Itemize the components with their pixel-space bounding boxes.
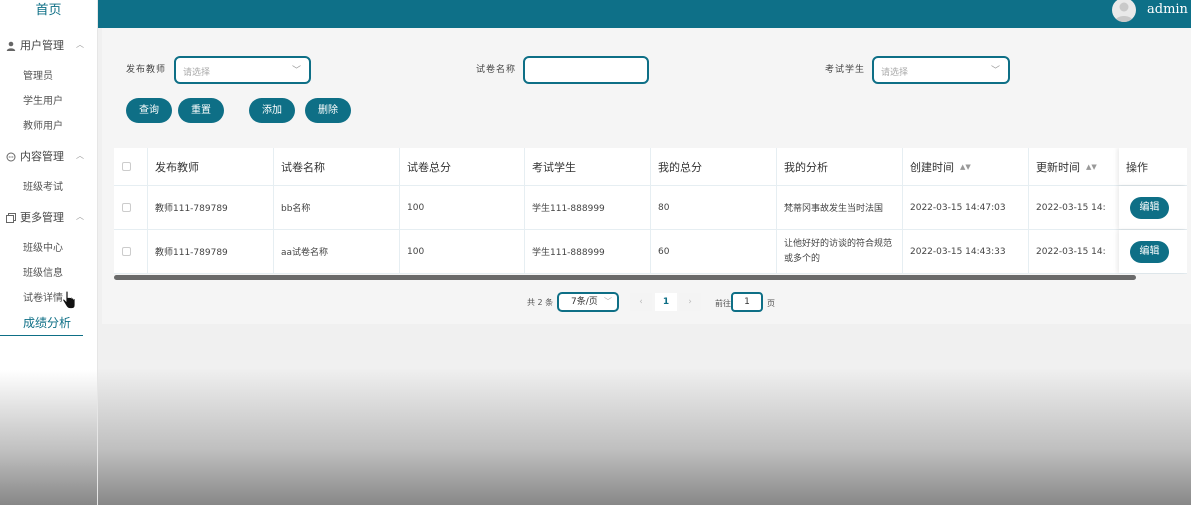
horizontal-scrollbar[interactable]: [114, 275, 1136, 280]
page-size-select[interactable]: 7条/页 ﹀: [557, 292, 619, 312]
cell-total: 100: [400, 230, 525, 273]
menu-group-more[interactable]: 更多管理 ︿: [0, 200, 97, 236]
page-size-value: 7条/页: [571, 297, 598, 307]
home-link[interactable]: 首页: [0, 0, 97, 28]
paper-filter-label: 试卷名称: [476, 65, 517, 75]
row-checkbox-cell[interactable]: [114, 186, 148, 229]
hand-cursor-icon: [62, 290, 76, 312]
query-button[interactable]: 查询: [126, 98, 172, 123]
select-all-checkbox-cell[interactable]: [114, 148, 148, 185]
menu-item-paper-details[interactable]: 试卷详情: [0, 286, 97, 311]
menu-item-score-analysis[interactable]: 成绩分析: [0, 311, 83, 336]
teacher-filter-label: 发布教师: [126, 65, 167, 75]
column-header-label: 创建时间: [910, 160, 954, 174]
chevron-down-icon: ﹀: [291, 66, 301, 76]
add-button[interactable]: 添加: [249, 98, 295, 123]
prev-page-button[interactable]: ‹: [630, 293, 652, 311]
row-checkbox-cell[interactable]: [114, 230, 148, 273]
student-filter-label: 考试学生: [825, 65, 866, 75]
cell-student: 学生111-888999: [525, 230, 651, 273]
student-select[interactable]: 请选择 ﹀: [872, 56, 1010, 84]
column-header: 试卷名称: [274, 148, 400, 185]
delete-button[interactable]: 删除: [305, 98, 351, 123]
cell-total: 100: [400, 186, 525, 229]
cell-paper: bb名称: [274, 186, 400, 229]
goto-label: 前往: [715, 299, 731, 308]
chevron-down-icon: ﹀: [990, 66, 1000, 76]
menu-group-user[interactable]: 用户管理 ︿: [0, 28, 97, 64]
chevron-up-icon: ︿: [76, 212, 84, 221]
chevron-up-icon: ︿: [76, 151, 84, 160]
top-bar: admin: [98, 0, 1191, 28]
menu-item-admin[interactable]: 管理员: [0, 64, 97, 89]
operation-header-label: 操作: [1126, 160, 1148, 174]
reset-button[interactable]: 重置: [178, 98, 224, 123]
chevron-down-icon: ﹀: [604, 297, 612, 306]
column-header: 试卷总分: [400, 148, 525, 185]
fade-overlay: [98, 368, 1191, 505]
menu-item-class-center[interactable]: 班级中心: [0, 236, 97, 261]
paper-name-input[interactable]: [523, 56, 649, 84]
menu-item-teacher-users[interactable]: 教师用户: [0, 114, 97, 139]
column-header: 考试学生: [525, 148, 651, 185]
select-all-checkbox[interactable]: [122, 162, 131, 171]
column-header-created[interactable]: 创建时间 ▲▼: [903, 148, 1029, 185]
username[interactable]: admin: [1147, 2, 1188, 17]
menu-item-class-exam[interactable]: 班级考试: [0, 175, 97, 200]
next-page-button[interactable]: ›: [679, 293, 701, 311]
cell-paper: aa试卷名称: [274, 230, 400, 273]
cell-teacher: 教师111-789789: [148, 230, 274, 273]
menu-group-content[interactable]: 内容管理 ︿: [0, 139, 97, 175]
edit-button[interactable]: 编辑: [1130, 240, 1169, 263]
chevron-up-icon: ︿: [76, 40, 84, 49]
data-table: 发布教师 试卷名称 试卷总分 考试学生 我的总分 我的分析 创建时间 ▲▼ 更新时…: [114, 148, 1187, 274]
page-suffix: 页: [767, 299, 775, 308]
cell-operation: 编辑: [1119, 230, 1187, 273]
column-header: 我的分析: [777, 148, 903, 185]
cell-score: 60: [651, 230, 777, 273]
pagination-total: 共 2 条: [527, 298, 554, 307]
goto-page-input[interactable]: 1: [731, 292, 763, 312]
column-header: 发布教师: [148, 148, 274, 185]
cell-analysis: 让他好好的访谈的符合规范或多个的: [777, 230, 903, 273]
menu-item-class-info[interactable]: 班级信息: [0, 261, 97, 286]
cell-score: 80: [651, 186, 777, 229]
cell-student: 学生111-888999: [525, 186, 651, 229]
main-content: 发布教师 请选择 ﹀ 试卷名称 考试学生 请选择 ﹀ 查询 重置 添加 删除 发…: [98, 28, 1191, 505]
chat-icon: [5, 152, 16, 163]
fade-overlay: [0, 370, 97, 505]
menu-group-label: 内容管理: [20, 150, 64, 163]
row-checkbox[interactable]: [122, 203, 131, 212]
student-select-placeholder: 请选择: [881, 68, 909, 78]
teacher-select[interactable]: 请选择 ﹀: [174, 56, 311, 84]
menu-group-label: 更多管理: [20, 211, 64, 224]
cell-teacher: 教师111-789789: [148, 186, 274, 229]
row-checkbox[interactable]: [122, 247, 131, 256]
avatar[interactable]: [1112, 0, 1136, 22]
menu-item-student-users[interactable]: 学生用户: [0, 89, 97, 114]
column-header-label: 更新时间: [1036, 160, 1080, 174]
copy-icon: [5, 213, 16, 224]
menu-group-label: 用户管理: [20, 39, 64, 52]
table-header-row: 发布教师 试卷名称 试卷总分 考试学生 我的总分 我的分析 创建时间 ▲▼ 更新时…: [114, 148, 1187, 186]
cell-operation: 编辑: [1119, 186, 1187, 229]
column-header: 我的总分: [651, 148, 777, 185]
table-row: 教师111-789789 bb名称 100 学生111-888999 80 梵蒂…: [114, 186, 1187, 230]
cell-created: 2022-03-15 14:43:33: [903, 230, 1029, 273]
table-row: 教师111-789789 aa试卷名称 100 学生111-888999 60 …: [114, 230, 1187, 274]
cell-created: 2022-03-15 14:47:03: [903, 186, 1029, 229]
edit-button[interactable]: 编辑: [1130, 196, 1169, 219]
user-icon: [5, 41, 16, 52]
page-number-1[interactable]: 1: [655, 293, 677, 311]
sort-icon[interactable]: ▲▼: [960, 163, 971, 171]
sort-icon[interactable]: ▲▼: [1086, 163, 1097, 171]
cell-analysis: 梵蒂冈事故发生当时法国: [777, 186, 903, 229]
sidebar: 首页 用户管理 ︿ 管理员 学生用户 教师用户 内容管理 ︿ 班级考试 更多管理…: [0, 0, 98, 505]
teacher-select-placeholder: 请选择: [183, 68, 211, 78]
column-header: 操作: [1119, 148, 1187, 185]
